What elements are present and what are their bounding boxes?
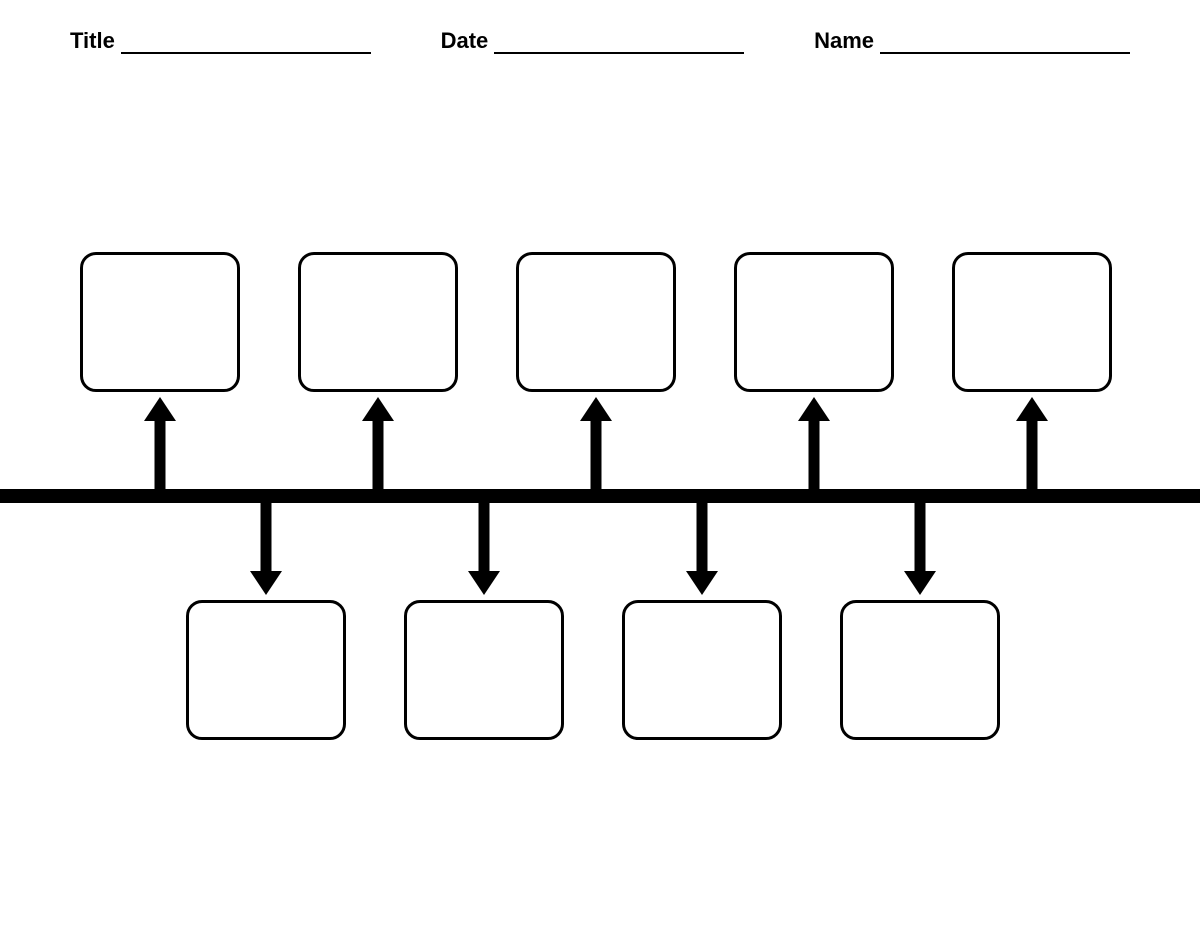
name-label: Name [814, 28, 874, 54]
arrow-down-icon [905, 495, 935, 595]
title-field[interactable]: Title [70, 28, 371, 54]
arrow-down-icon [251, 495, 281, 595]
event-box-top-2[interactable] [298, 252, 458, 392]
arrow-up-icon [363, 397, 393, 497]
arrow-up-icon [1017, 397, 1047, 497]
arrow-down-icon [687, 495, 717, 595]
name-input-line[interactable] [880, 34, 1130, 54]
event-box-bottom-3[interactable] [622, 600, 782, 740]
arrow-up-icon [145, 397, 175, 497]
name-field[interactable]: Name [814, 28, 1130, 54]
event-box-top-1[interactable] [80, 252, 240, 392]
date-input-line[interactable] [494, 34, 744, 54]
event-box-bottom-2[interactable] [404, 600, 564, 740]
event-box-top-5[interactable] [952, 252, 1112, 392]
event-box-top-3[interactable] [516, 252, 676, 392]
date-field[interactable]: Date [441, 28, 745, 54]
timeline-worksheet: Title Date Name [0, 0, 1200, 927]
title-input-line[interactable] [121, 34, 371, 54]
date-label: Date [441, 28, 489, 54]
event-box-bottom-1[interactable] [186, 600, 346, 740]
event-box-top-4[interactable] [734, 252, 894, 392]
arrow-up-icon [581, 397, 611, 497]
title-label: Title [70, 28, 115, 54]
header-fields: Title Date Name [70, 28, 1130, 54]
arrow-up-icon [799, 397, 829, 497]
event-box-bottom-4[interactable] [840, 600, 1000, 740]
arrow-down-icon [469, 495, 499, 595]
